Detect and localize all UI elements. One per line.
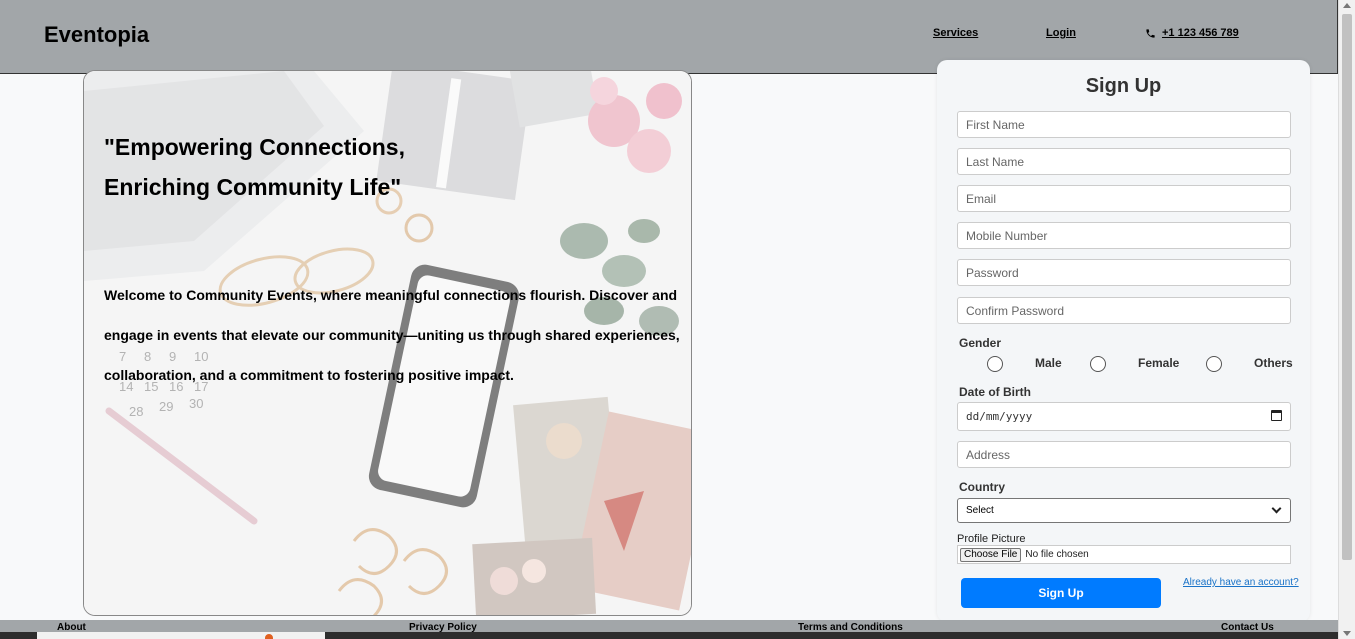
scroll-up-arrow-icon[interactable] xyxy=(1343,3,1351,8)
brand-logo[interactable]: Eventopia xyxy=(44,22,149,48)
nav-phone-link[interactable]: +1 123 456 789 xyxy=(1145,27,1239,39)
hero-title-line1: "Empowering Connections, xyxy=(104,134,405,160)
gender-male-radio[interactable] xyxy=(987,356,1003,372)
sign-up-button[interactable]: Sign Up xyxy=(961,578,1161,608)
confirm-password-input[interactable] xyxy=(957,297,1291,324)
hero-title-line2: Enriching Community Life" xyxy=(104,174,402,200)
hero-title: "Empowering Connections, Enriching Commu… xyxy=(104,127,664,207)
dob-input[interactable]: dd/mm/yyyy xyxy=(957,402,1291,431)
scrollbar-thumb[interactable] xyxy=(1342,14,1352,560)
address-input[interactable] xyxy=(957,441,1291,468)
page-scrollbar[interactable] xyxy=(1338,0,1355,639)
hero-description: Welcome to Community Events, where meani… xyxy=(104,287,680,383)
nav-services-link[interactable]: Services xyxy=(933,27,978,39)
country-label: Country xyxy=(959,480,1005,494)
gender-female-label: Female xyxy=(1138,356,1180,370)
nav-login-link[interactable]: Login xyxy=(1046,27,1076,39)
dob-label: Date of Birth xyxy=(959,385,1031,399)
hero-card: 7 8 9 10 14 15 16 17 28 29 30 "Empowering Connec… xyxy=(83,70,692,616)
file-status: No file chosen xyxy=(1025,549,1089,560)
password-input[interactable] xyxy=(957,259,1291,286)
gender-others-label: Others xyxy=(1254,356,1293,370)
phone-number: +1 123 456 789 xyxy=(1162,27,1239,39)
chevron-down-icon xyxy=(1271,503,1282,514)
signup-form: Sign Up Gender Male Female Others Date o… xyxy=(937,60,1310,622)
signup-title: Sign Up xyxy=(1085,75,1162,97)
country-select-value: Select xyxy=(966,505,994,516)
gender-male-label: Male xyxy=(1035,356,1062,370)
phone-icon xyxy=(1146,28,1155,38)
calendar-icon[interactable] xyxy=(1271,410,1282,421)
dob-value: dd/mm/yyyy xyxy=(966,410,1033,423)
profile-picture-input[interactable]: Choose File No file chosen xyxy=(957,545,1291,564)
gender-others-radio[interactable] xyxy=(1206,356,1222,372)
footer-bottom-strip xyxy=(0,632,1338,639)
already-have-account-link[interactable]: Already have an account? xyxy=(1183,577,1299,588)
mobile-number-input[interactable] xyxy=(957,222,1291,249)
footer-strip-dot xyxy=(265,634,273,639)
choose-file-button[interactable]: Choose File xyxy=(960,547,1022,562)
email-input[interactable] xyxy=(957,185,1291,212)
profile-picture-label: Profile Picture xyxy=(957,533,1026,545)
last-name-input[interactable] xyxy=(957,148,1291,175)
scroll-down-arrow-icon[interactable] xyxy=(1343,631,1351,636)
gender-label: Gender xyxy=(959,336,1002,350)
country-select[interactable]: Select xyxy=(957,498,1291,523)
first-name-input[interactable] xyxy=(957,111,1291,138)
footer-strip-light xyxy=(37,632,325,639)
gender-female-radio[interactable] xyxy=(1090,356,1106,372)
